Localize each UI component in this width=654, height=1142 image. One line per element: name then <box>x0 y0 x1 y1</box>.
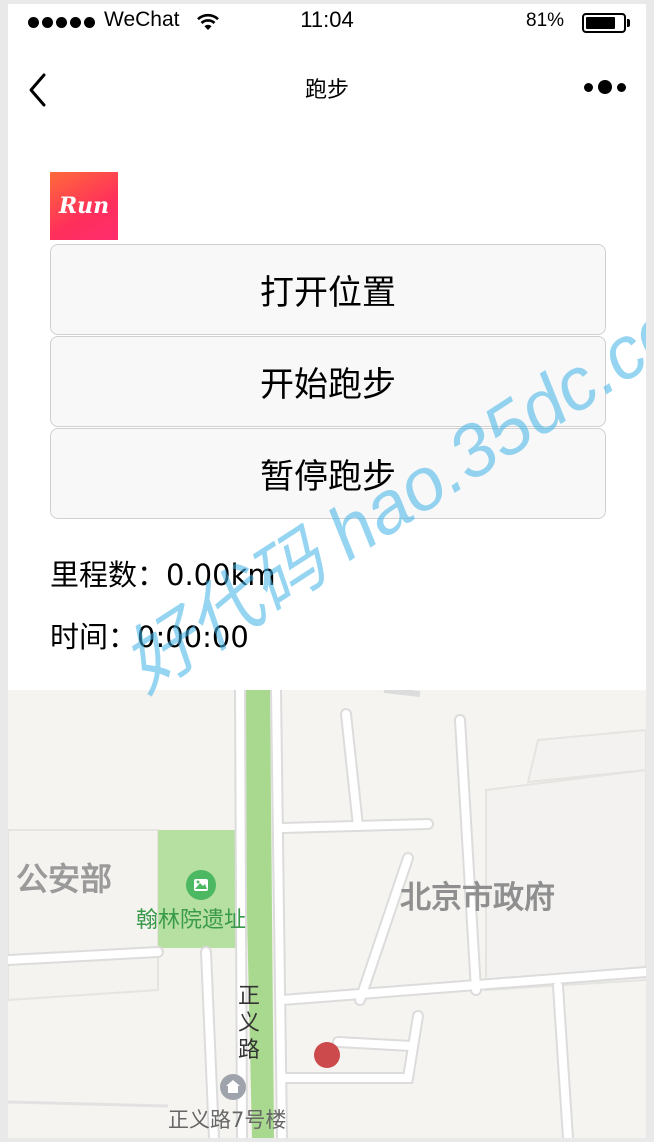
map-label-police: 公安部 <box>16 860 113 898</box>
location-marker[interactable] <box>314 1042 340 1068</box>
run-logo: Run <box>50 172 118 240</box>
park-icon <box>186 870 216 900</box>
status-bar: WeChat 11:04 81% <box>8 4 646 44</box>
more-dots-icon[interactable] <box>584 80 626 94</box>
open-location-button[interactable]: 打开位置 <box>50 244 606 335</box>
battery-tip <box>627 19 630 27</box>
page-title: 跑步 <box>304 78 349 103</box>
pause-run-button[interactable]: 暂停跑步 <box>50 428 606 519</box>
map-label-government: 北京市政府 <box>400 880 555 916</box>
start-run-button[interactable]: 开始跑步 <box>50 336 606 427</box>
map-label-building: 正义路7号楼 <box>168 1108 287 1132</box>
time-readout: 时间：0:00:00 <box>50 620 249 654</box>
logo-text: Run <box>58 193 110 219</box>
battery-percent: 81% <box>526 10 565 31</box>
distance-readout: 里程数：0.00km <box>50 558 276 592</box>
building-icon <box>220 1074 246 1100</box>
battery-icon <box>582 13 626 33</box>
map-label-road: 正义路 <box>237 984 260 1063</box>
map-view[interactable]: 公安部 北京市政府 翰林院遗址 正义路 正义路7号楼 <box>8 690 646 1138</box>
map-label-hanlin: 翰林院遗址 <box>136 908 247 933</box>
phone-screen: WeChat 11:04 81% 跑步 Run 打开位置 开始跑步 暂停跑步 里… <box>8 4 646 1138</box>
nav-bar: 跑步 <box>8 44 646 132</box>
